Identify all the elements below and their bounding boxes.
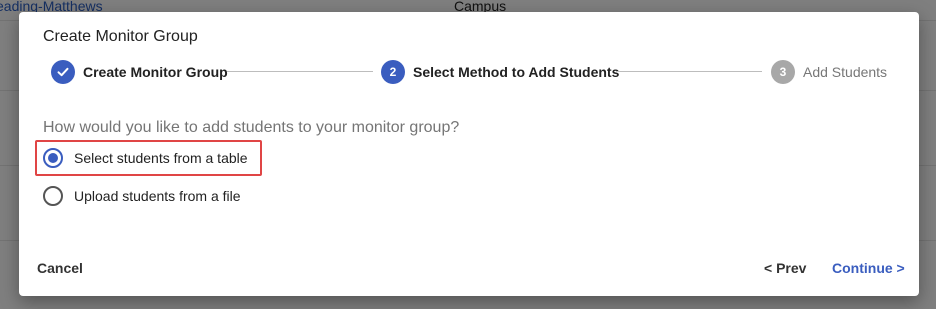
method-question: How would you like to add students to yo… <box>43 119 460 136</box>
step-add-students: 3 Add Students <box>771 60 887 84</box>
radio-upload-from-file[interactable] <box>43 186 63 206</box>
step-label: Select Method to Add Students <box>413 64 620 80</box>
step-label: Create Monitor Group <box>83 64 228 80</box>
step-number-circle: 3 <box>771 60 795 84</box>
continue-button[interactable]: Continue > <box>832 260 905 276</box>
step-complete-circle <box>51 60 75 84</box>
option-upload-from-file[interactable]: Upload students from a file <box>43 186 241 206</box>
option-label[interactable]: Upload students from a file <box>74 188 241 204</box>
check-icon <box>57 67 69 77</box>
step-connector <box>616 71 762 72</box>
option-label[interactable]: Select students from a table <box>74 150 248 166</box>
step-select-method: 2 Select Method to Add Students <box>381 60 619 84</box>
step-label: Add Students <box>803 64 888 80</box>
option-select-from-table[interactable]: Select students from a table <box>43 148 248 168</box>
create-monitor-group-dialog: Create Monitor Group Create Monitor Grou… <box>19 12 919 296</box>
prev-button[interactable]: < Prev <box>764 260 806 276</box>
step-connector <box>227 71 373 72</box>
radio-dot <box>48 153 58 163</box>
step-number-circle: 2 <box>381 60 405 84</box>
step-create-monitor-group: Create Monitor Group <box>51 60 228 84</box>
radio-select-from-table[interactable] <box>43 148 63 168</box>
cancel-button[interactable]: Cancel <box>37 260 83 276</box>
